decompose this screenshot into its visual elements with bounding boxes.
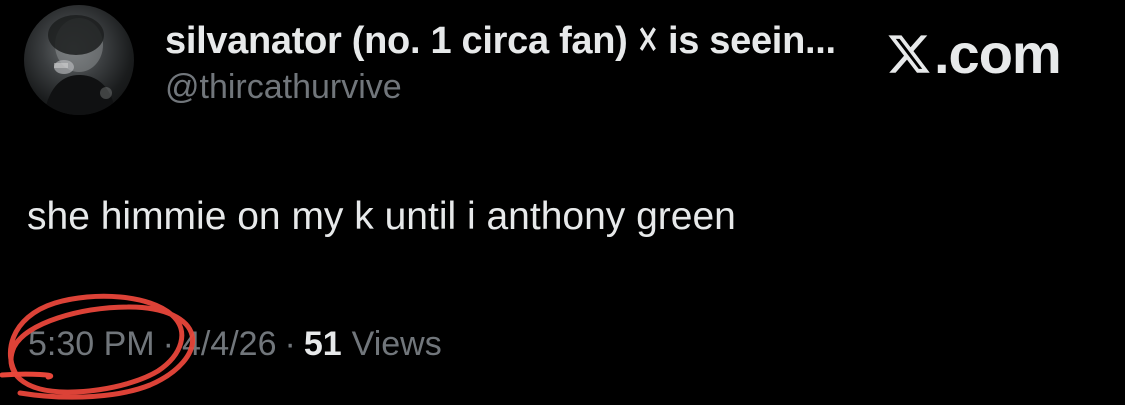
tweet-meta: 5:30 PM · 4/4/26 · 51 Views (28, 325, 442, 364)
meta-separator: · (284, 325, 296, 363)
meta-separator: · (162, 325, 174, 363)
views-label: Views (351, 325, 442, 363)
brand-domain-text: .com (934, 22, 1062, 85)
tweet-date[interactable]: 4/4/26 (182, 325, 277, 364)
tweet-text: she himmie on my k until i anthony green (27, 195, 736, 238)
avatar-photo-icon (44, 15, 116, 115)
author-display-name[interactable]: silvanator (no. 1 circa fan) ☓ is seein.… (165, 18, 836, 63)
views-count[interactable]: 51 (304, 325, 342, 364)
avatar[interactable] (24, 5, 134, 115)
x-com-watermark: .com (886, 22, 1062, 85)
author-handle[interactable]: @thircathurvive (165, 68, 402, 107)
tweet-card: silvanator (no. 1 circa fan) ☓ is seein.… (0, 0, 1125, 405)
tweet-time[interactable]: 5:30 PM (28, 325, 155, 364)
x-logo-icon (888, 35, 930, 73)
